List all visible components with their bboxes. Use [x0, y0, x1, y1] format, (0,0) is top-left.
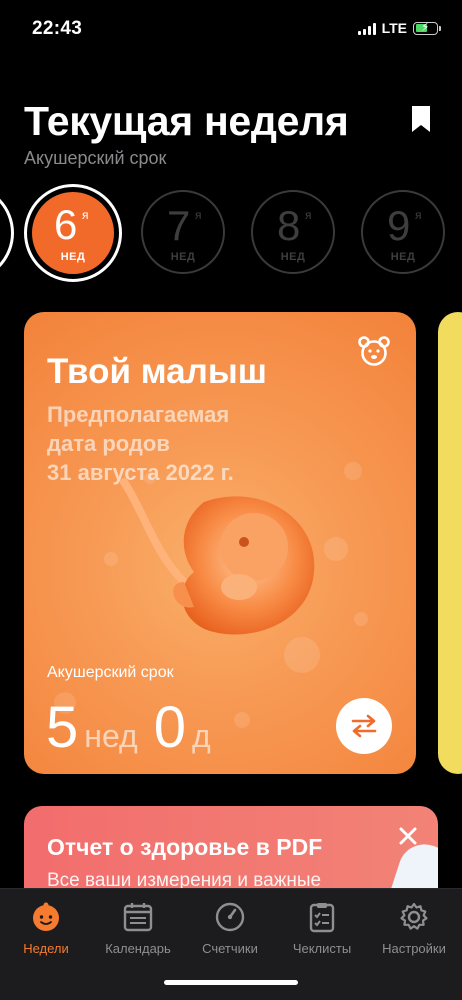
- week-label: НЕД: [280, 251, 306, 263]
- tab-label: Настройки: [382, 941, 446, 956]
- week-item-previous[interactable]: [0, 184, 14, 282]
- term-days-unit: д: [191, 718, 211, 754]
- network-type: LTE: [381, 20, 407, 36]
- term-value: 5 нед 0 д: [46, 694, 227, 761]
- swap-button[interactable]: [336, 698, 392, 754]
- page-title: Текущая неделя: [24, 98, 349, 144]
- baby-card[interactable]: Твой малыш Предполагаемая дата родов 31 …: [24, 312, 416, 774]
- week-item-6[interactable]: 6 я НЕД: [24, 184, 122, 282]
- tab-counters[interactable]: Счетчики: [184, 901, 276, 956]
- home-indicator: [164, 980, 298, 985]
- calendar-icon: [123, 903, 153, 932]
- page-header: Текущая неделя Акушерский срок: [24, 96, 438, 169]
- week-number: 7: [167, 202, 191, 249]
- embryo-illustration: [120, 478, 315, 635]
- swap-arrows-icon: [351, 714, 377, 738]
- week-item-8[interactable]: 8 я НЕД: [251, 190, 335, 274]
- bear-icon[interactable]: [358, 336, 390, 366]
- tab-weeks[interactable]: Недели: [0, 901, 92, 956]
- week-label: НЕД: [60, 251, 86, 263]
- tab-label: Календарь: [105, 941, 171, 956]
- due-date-line: дата родов: [47, 431, 170, 456]
- gear-icon: [400, 902, 428, 930]
- week-suffix: я: [415, 208, 422, 222]
- checklist-icon: [309, 903, 335, 933]
- close-icon[interactable]: [398, 826, 418, 846]
- week-label: НЕД: [170, 251, 196, 263]
- week-item-9[interactable]: 9 я НЕД: [361, 190, 445, 274]
- tab-settings[interactable]: Настройки: [368, 901, 460, 956]
- promo-title: Отчет о здоровье в PDF: [47, 834, 323, 860]
- week-number: 6: [54, 201, 78, 248]
- gauge-icon: [215, 902, 245, 932]
- due-date-line: Предполагаемая: [47, 402, 230, 427]
- status-indicators: LTE ⚡: [357, 20, 441, 36]
- tab-label: Чеклисты: [292, 941, 352, 956]
- week-selector: 6 я НЕД 7 я НЕД 8 я НЕД 9 я НЕД: [0, 184, 462, 282]
- card-title: Твой малыш: [47, 352, 267, 391]
- week-label: НЕД: [390, 251, 416, 263]
- week-suffix: я: [195, 208, 202, 222]
- status-time: 22:43: [32, 18, 83, 39]
- tab-label: Недели: [23, 941, 69, 956]
- term-weeks-unit: нед: [84, 718, 138, 754]
- week-number: 9: [387, 202, 411, 249]
- week-item-7[interactable]: 7 я НЕД: [141, 190, 225, 274]
- week-number: 8: [277, 202, 301, 249]
- week-suffix: я: [82, 208, 89, 222]
- tab-calendar[interactable]: Календарь: [92, 901, 184, 956]
- baby-face-icon: [33, 902, 59, 931]
- term-weeks: 5: [46, 695, 79, 760]
- tab-label: Счетчики: [202, 941, 258, 956]
- status-bar: 22:43 LTE ⚡: [0, 0, 462, 56]
- term-label: Акушерский срок: [47, 664, 174, 681]
- signal-icon: [357, 22, 376, 35]
- tab-checklists[interactable]: Чеклисты: [276, 901, 368, 956]
- next-card-peek[interactable]: [438, 312, 462, 774]
- week-suffix: я: [305, 208, 312, 222]
- bookmark-icon[interactable]: [410, 105, 432, 133]
- battery-icon: ⚡: [413, 20, 441, 35]
- page-subtitle: Акушерский срок: [24, 148, 167, 168]
- term-days: 0: [153, 695, 186, 760]
